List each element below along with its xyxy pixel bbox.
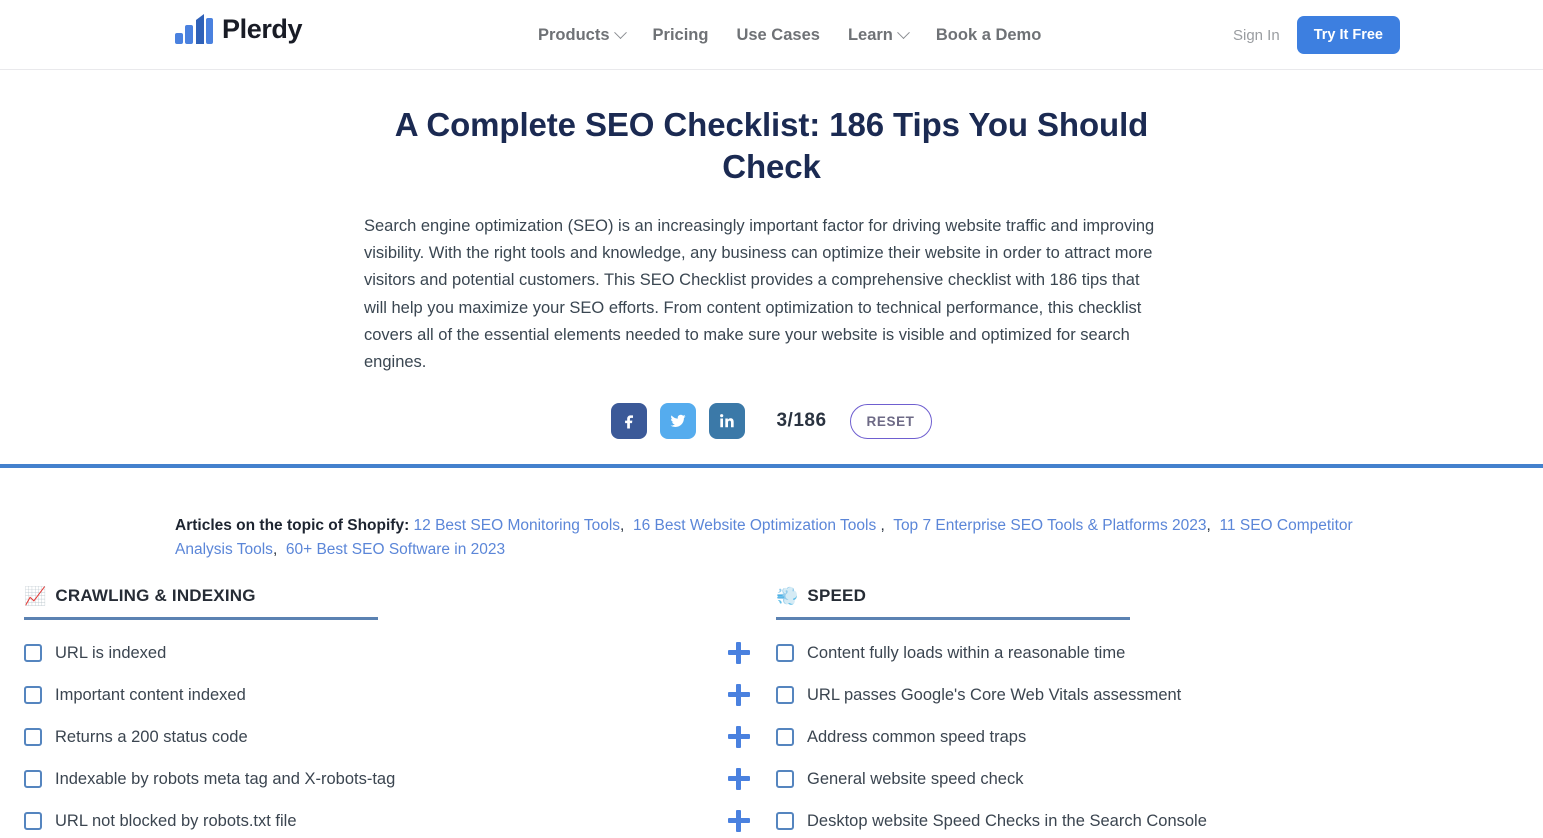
try-it-free-button[interactable]: Try It Free [1296,16,1400,54]
nav-label: Products [538,25,610,44]
plus-icon[interactable] [728,768,750,791]
bar-chart-logo-icon [175,14,213,49]
related-articles-row: Articles on the topic of Shopify: 12 Bes… [175,517,1353,559]
progress-counter: 3/186 [776,410,827,432]
header-actions: Sign In Try It Free [1233,0,1400,70]
checklist-item-label[interactable]: Returns a 200 status code [55,726,248,748]
checklist-item[interactable]: General website speed check [776,758,1525,800]
checklist-item-label[interactable]: Address common speed traps [807,726,1026,748]
plus-icon[interactable] [728,726,750,749]
nav-label: Use Cases [736,25,820,44]
reset-button[interactable]: RESET [849,403,932,439]
article-link-5[interactable]: 60+ Best SEO Software in 2023 [286,541,505,558]
checklist-items: Content fully loads within a reasonable … [776,632,1525,838]
nav-item-learn[interactable]: Learn [847,25,910,45]
checklist-item[interactable]: Returns a 200 status code [24,716,758,758]
article-link-2[interactable]: 16 Best Website Optimization Tools [633,517,876,534]
checkbox[interactable] [24,644,42,663]
checklist-item[interactable]: URL not blocked by robots.txt file [24,800,758,838]
checklist-items: URL is indexed Important content indexed… [24,632,758,838]
ukraine-flag-icon [311,15,335,31]
twitter-share-button[interactable] [660,403,697,440]
article-link-3[interactable]: Top 7 Enterprise SEO Tools & Platforms 2… [893,517,1206,534]
nav-item-products[interactable]: Products [538,25,627,45]
checkbox[interactable] [776,812,794,831]
linkedin-share-button[interactable] [709,403,746,440]
plus-icon[interactable] [728,642,750,665]
checkbox[interactable] [24,770,42,789]
related-articles-label: Articles on the topic of Shopify: [175,517,410,535]
checklist-grid: 📈 CRAWLING & INDEXING URL is indexed Imp… [0,586,1543,838]
checkbox[interactable] [24,686,42,705]
twitter-icon [670,414,686,428]
nav-item-pricing[interactable]: Pricing [653,26,709,45]
checklist-item-label[interactable]: Desktop website Speed Checks in the Sear… [807,810,1207,832]
checklist-item[interactable]: Important content indexed [24,674,758,716]
hero-description: Search engine optimization (SEO) is an i… [364,217,1155,372]
nav-label: Book a Demo [935,25,1042,44]
checklist-item-label[interactable]: Content fully loads within a reasonable … [807,642,1125,664]
article-link-1[interactable]: 12 Best SEO Monitoring Tools [414,517,621,534]
page-title: A Complete SEO Checklist: 186 Tips You S… [394,106,1149,185]
checklist-item-label[interactable]: URL not blocked by robots.txt file [55,810,297,832]
main-navigation: Products Pricing Use Cases Learn Book a … [538,0,1041,70]
facebook-icon [625,415,634,429]
checklist-item-label[interactable]: Important content indexed [55,684,246,706]
site-header: Plerdy Products Pricing Use Cases Learn … [0,0,1543,70]
checklist-item[interactable]: URL passes Google's Core Web Vitals asse… [776,674,1525,716]
plus-icon[interactable] [728,684,750,707]
nav-item-use-cases[interactable]: Use Cases [736,26,819,45]
hero-actions: 3/186 RESET [364,403,1179,440]
dashing-away-emoji-icon: 💨 [776,586,799,607]
checkbox[interactable] [776,686,794,705]
checkbox[interactable] [24,812,42,831]
checklist-item[interactable]: Address common speed traps [776,716,1525,758]
section-header-crawling-indexing: 📈 CRAWLING & INDEXING [24,586,378,621]
checkbox[interactable] [776,770,794,789]
checkbox[interactable] [776,728,794,747]
nav-label: Learn [847,25,893,44]
checklist-item[interactable]: Desktop website Speed Checks in the Sear… [776,800,1525,838]
section-title: SPEED [807,586,867,606]
brand-name: Plerdy [222,14,303,44]
checklist-item[interactable]: Indexable by robots meta tag and X-robot… [24,758,758,800]
checklist-item-label[interactable]: URL is indexed [55,642,166,664]
chevron-down-icon [897,25,910,39]
sign-in-link[interactable]: Sign In [1233,27,1280,44]
section-header-speed: 💨 SPEED [776,586,1130,621]
chevron-down-icon [613,25,627,39]
nav-item-book-a-demo[interactable]: Book a Demo [936,26,1041,45]
facebook-share-button[interactable] [611,403,648,440]
section-title: CRAWLING & INDEXING [55,586,256,606]
checkbox[interactable] [24,728,42,747]
checklist-item-label[interactable]: General website speed check [807,768,1023,790]
checklist-item[interactable]: URL is indexed [24,632,758,674]
checklist-column-crawling-indexing: 📈 CRAWLING & INDEXING URL is indexed Imp… [0,586,776,838]
checklist-item[interactable]: Content fully loads within a reasonable … [776,632,1525,674]
checklist-item-label[interactable]: Indexable by robots meta tag and X-robot… [55,768,395,790]
checkbox[interactable] [776,644,794,663]
hero-section: A Complete SEO Checklist: 186 Tips You S… [0,70,1543,469]
checklist-item-label[interactable]: URL passes Google's Core Web Vitals asse… [807,684,1181,706]
linkedin-icon [720,414,735,428]
checklist-column-speed: 💨 SPEED Content fully loads within a rea… [776,586,1543,838]
nav-label: Pricing [652,25,709,44]
plus-icon[interactable] [728,810,750,833]
chart-increasing-emoji-icon: 📈 [24,586,47,607]
brand-logo-link[interactable]: Plerdy [175,14,335,49]
